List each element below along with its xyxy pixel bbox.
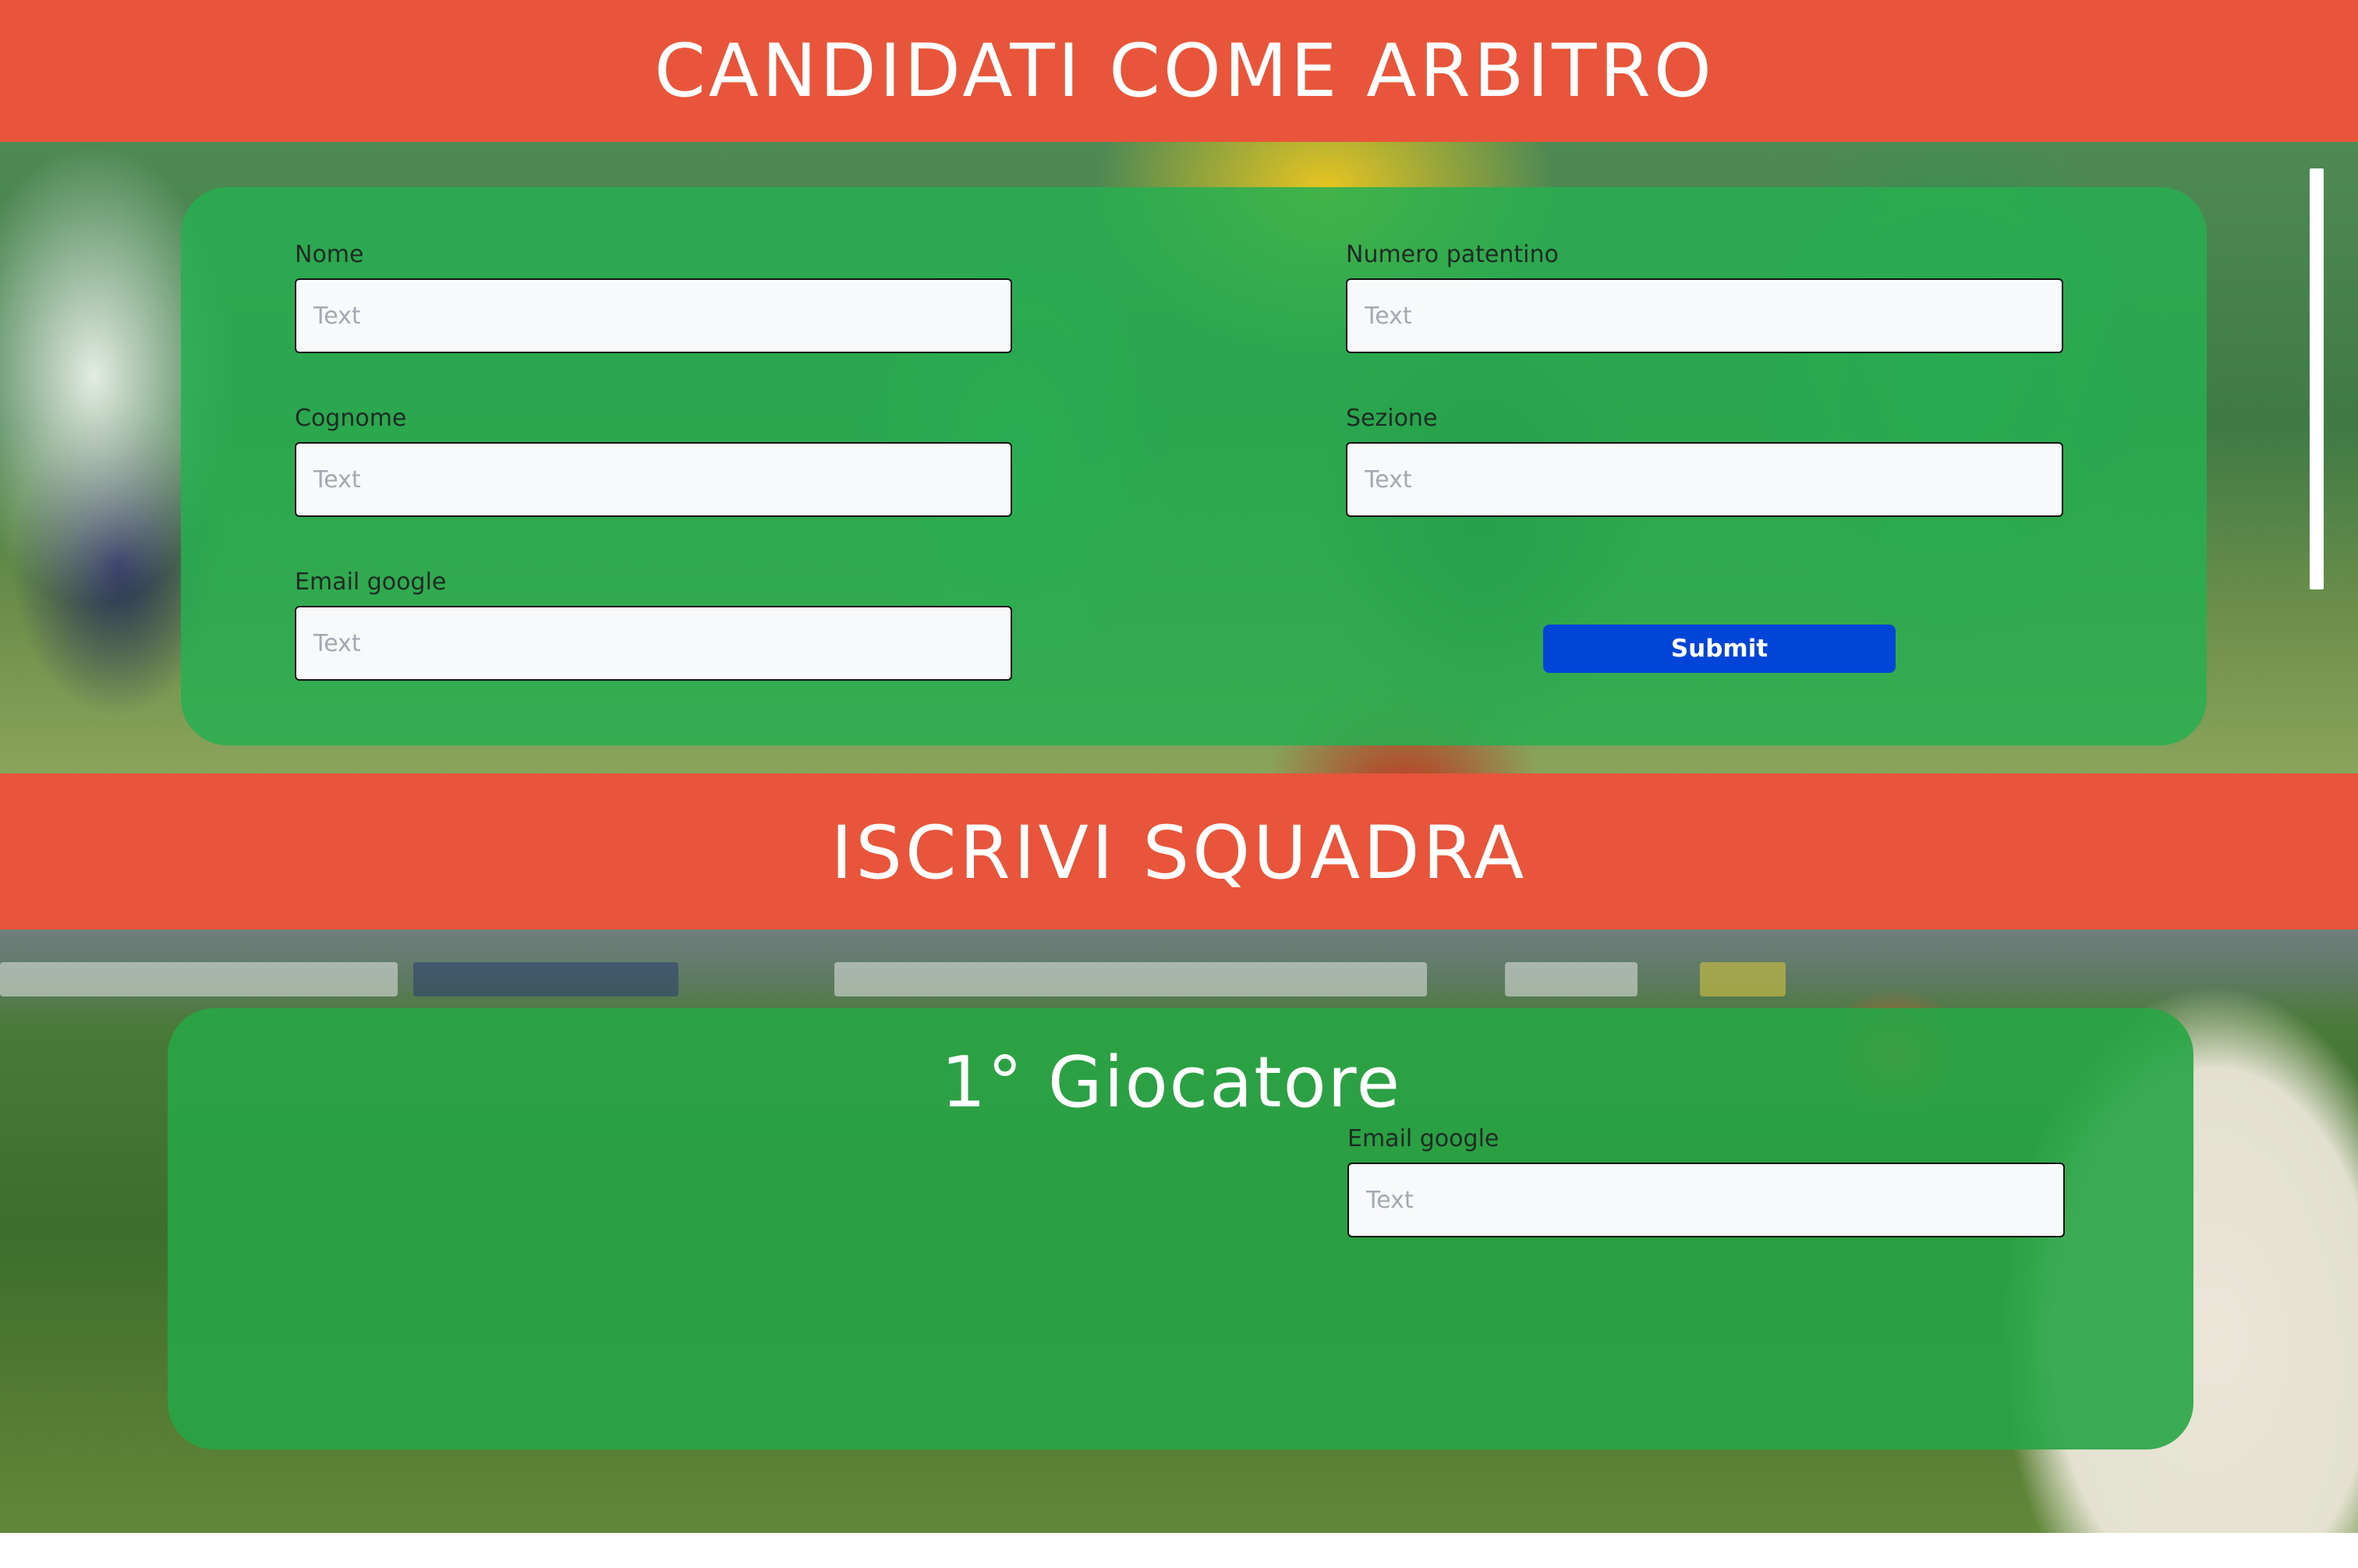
billboard — [1505, 962, 1638, 996]
scrollbar[interactable] — [2310, 168, 2324, 589]
billboard — [413, 962, 678, 996]
sezione-label: Sezione — [1346, 405, 1438, 432]
submit-button[interactable]: Submit — [1543, 625, 1896, 673]
page: CANDIDATI COME ARBITRO Nome Cognome Emai… — [0, 0, 2358, 1568]
numero-patentino-label: Numero patentino — [1346, 241, 1559, 268]
team-section-header: ISCRIVI SQUADRA — [0, 773, 2358, 929]
referee-section-title: CANDIDATI COME ARBITRO — [654, 28, 1715, 114]
email-google-label: Email google — [295, 568, 447, 596]
numero-patentino-input[interactable] — [1346, 278, 2063, 353]
cognome-input[interactable] — [295, 442, 1012, 517]
cognome-label: Cognome — [295, 405, 407, 432]
billboard — [1700, 962, 1786, 996]
billboard — [0, 962, 398, 996]
player-email-google-label: Email google — [1347, 1125, 1499, 1152]
billboard — [834, 962, 1427, 996]
nome-label: Nome — [295, 241, 364, 268]
sezione-input[interactable] — [1346, 442, 2063, 517]
team-section-title: ISCRIVI SQUADRA — [830, 810, 1528, 896]
player-title: 1° Giocatore — [940, 1042, 1402, 1124]
email-google-input[interactable] — [295, 606, 1012, 681]
referee-section-header: CANDIDATI COME ARBITRO — [0, 0, 2358, 142]
nome-input[interactable] — [295, 278, 1012, 353]
player-email-google-input[interactable] — [1347, 1163, 2065, 1237]
